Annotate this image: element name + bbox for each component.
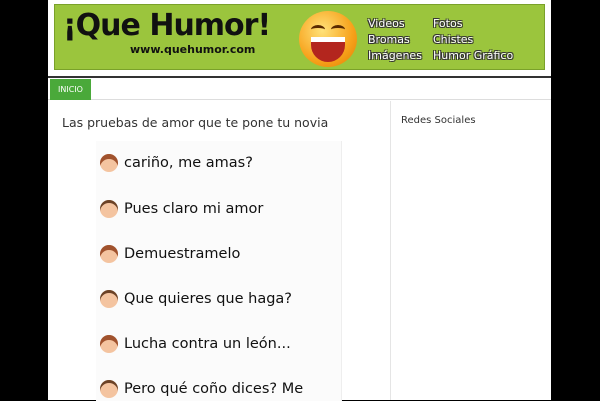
site-logo[interactable]: ¡Que Humor! bbox=[63, 8, 271, 43]
smiley-mouth bbox=[311, 37, 345, 62]
girl-face-icon bbox=[100, 245, 118, 263]
laughing-face-icon bbox=[299, 11, 357, 67]
smiley-eye bbox=[331, 25, 345, 34]
logo-url: www.quehumor.com bbox=[130, 43, 256, 56]
chat-message: Que quieres que haga? bbox=[100, 287, 292, 311]
chat-message-text: Demuestramelo bbox=[124, 246, 241, 262]
smiley-eye bbox=[311, 25, 325, 34]
page: ¡Que Humor! www.quehumor.com Videos Foto… bbox=[48, 0, 552, 401]
boy-face-icon bbox=[100, 200, 118, 218]
chat-message-text: Pero qué coño dices? Me bbox=[124, 381, 304, 397]
girl-face-icon bbox=[100, 154, 118, 172]
post-title[interactable]: Las pruebas de amor que te pone tu novia bbox=[62, 115, 328, 130]
header-banner[interactable]: ¡Que Humor! www.quehumor.com Videos Foto… bbox=[52, 2, 547, 72]
header-link-humor-grafico[interactable]: Humor Gráfico bbox=[433, 49, 513, 62]
chat-message-text: Que quieres que haga? bbox=[124, 291, 292, 307]
chat-message: Demuestramelo bbox=[100, 242, 240, 266]
banner-background: ¡Que Humor! www.quehumor.com Videos Foto… bbox=[54, 4, 545, 70]
main-content: Las pruebas de amor que te pone tu novia… bbox=[48, 101, 390, 401]
chat-message-text: Lucha contra un león... bbox=[124, 336, 291, 352]
sidebar: Redes Sociales bbox=[390, 101, 552, 400]
header-link-bromas[interactable]: Bromas bbox=[368, 33, 410, 46]
menu-item-inicio[interactable]: INICIO bbox=[50, 79, 91, 100]
main-menu: INICIO bbox=[48, 76, 551, 100]
girl-face-icon bbox=[100, 335, 118, 353]
chat-message-text: Pues claro mi amor bbox=[124, 201, 264, 217]
sidebar-title: Redes Sociales bbox=[401, 115, 476, 126]
boy-face-icon bbox=[100, 290, 118, 308]
chat-message: Pues claro mi amor bbox=[100, 197, 263, 221]
chat-message: cariño, me amas? bbox=[100, 151, 253, 175]
chat-message-text: cariño, me amas? bbox=[124, 155, 253, 171]
post-image: cariño, me amas? Pues claro mi amor Demu… bbox=[96, 141, 342, 401]
header-link-chistes[interactable]: Chistes bbox=[433, 33, 473, 46]
header-link-videos[interactable]: Videos bbox=[368, 17, 405, 30]
boy-face-icon bbox=[100, 380, 118, 398]
chat-message: Pero qué coño dices? Me bbox=[100, 377, 303, 401]
chat-message: Lucha contra un león... bbox=[100, 332, 291, 356]
header-link-imagenes[interactable]: Imágenes bbox=[368, 49, 422, 62]
header-link-fotos[interactable]: Fotos bbox=[433, 17, 462, 30]
